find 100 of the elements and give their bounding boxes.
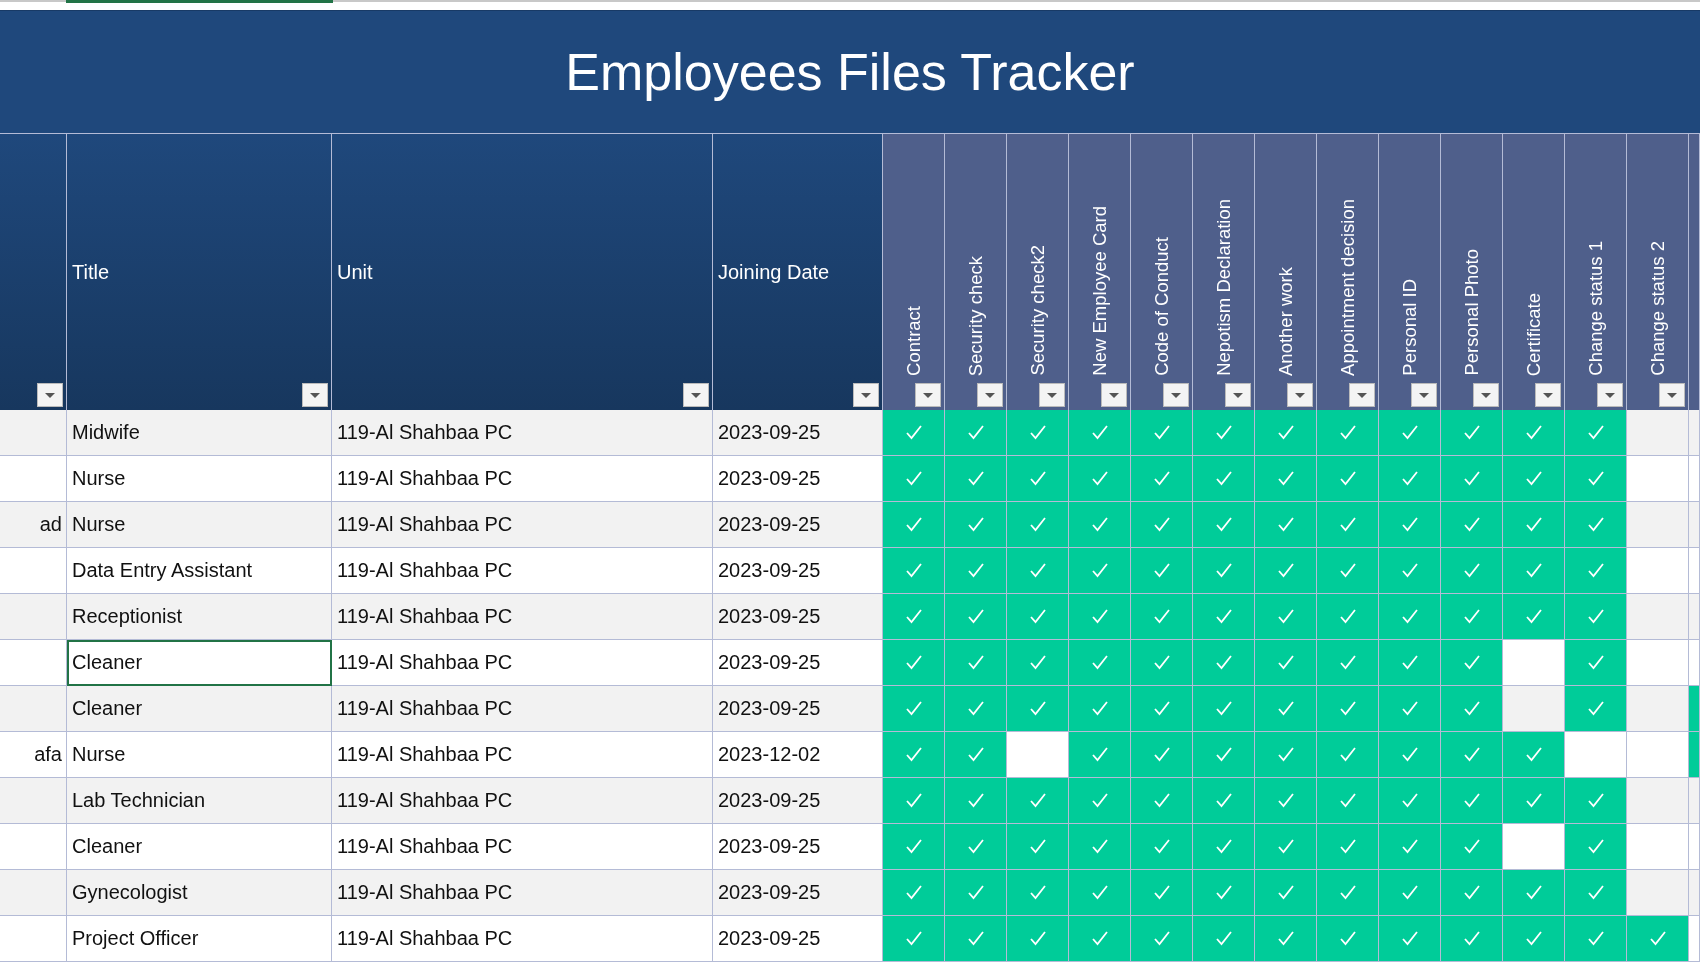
filter-dropdown-button[interactable]: [1225, 383, 1251, 407]
table-cell[interactable]: Lab Technician: [67, 778, 332, 824]
check-icon: [1401, 931, 1418, 946]
filter-dropdown-button[interactable]: [1287, 383, 1313, 407]
check-icon: [1587, 839, 1604, 854]
check-icon: [1463, 839, 1480, 854]
table-cell: 119-Al Shahbaa PC: [332, 870, 713, 916]
filter-dropdown-button[interactable]: [1349, 383, 1375, 407]
check-icon: [905, 793, 922, 808]
check-icon: [1029, 839, 1046, 854]
table-cell[interactable]: Cleaner: [67, 686, 332, 732]
table-cell[interactable]: Cleaner: [67, 640, 332, 686]
check-icon: [1587, 609, 1604, 624]
check-icon: [1277, 609, 1294, 624]
check-icon: [1091, 425, 1108, 440]
check-icon: [1153, 701, 1170, 716]
table-cell: 2023-09-25: [713, 548, 883, 594]
check-icon: [1153, 425, 1170, 440]
check-icon: [1277, 471, 1294, 486]
table-cell[interactable]: Midwife: [67, 410, 332, 456]
filter-dropdown-button[interactable]: [915, 383, 941, 407]
check-icon: [1215, 471, 1232, 486]
table-cell: ad: [0, 502, 67, 548]
table-cell[interactable]: Cleaner: [67, 824, 332, 870]
table-cell: 119-Al Shahbaa PC: [332, 778, 713, 824]
check-icon: [1277, 931, 1294, 946]
table-cell[interactable]: Gynecologist: [67, 870, 332, 916]
column-header-label: Contract: [902, 306, 925, 376]
check-icon: [1153, 931, 1170, 946]
check-icon: [1215, 655, 1232, 670]
filter-dropdown-button[interactable]: [1659, 383, 1685, 407]
check-icon: [1153, 747, 1170, 762]
filter-dropdown-button[interactable]: [683, 383, 709, 407]
check-icon: [1339, 931, 1356, 946]
table-cell[interactable]: Nurse: [67, 502, 332, 548]
check-icon: [1277, 793, 1294, 808]
table-cell[interactable]: Data Entry Assistant: [67, 548, 332, 594]
filter-dropdown-button[interactable]: [977, 383, 1003, 407]
check-icon: [1463, 425, 1480, 440]
check-icon: [1091, 655, 1108, 670]
table-cell: 119-Al Shahbaa PC: [332, 732, 713, 778]
table-cell: 2023-12-02: [713, 732, 883, 778]
check-icon: [1525, 885, 1542, 900]
check-icon: [1587, 793, 1604, 808]
check-icon: [1339, 609, 1356, 624]
table-cell: 2023-09-25: [713, 686, 883, 732]
table-cell: 2023-09-25: [713, 870, 883, 916]
filter-dropdown-button[interactable]: [1597, 383, 1623, 407]
check-icon: [1587, 701, 1604, 716]
column-header-label: Personal ID: [1398, 279, 1421, 376]
table-cell: 2023-09-25: [713, 824, 883, 870]
table-cell[interactable]: Receptionist: [67, 594, 332, 640]
sheet-title: Employees Files Tracker: [565, 42, 1135, 102]
check-icon: [1091, 747, 1108, 762]
check-icon: [905, 655, 922, 670]
filter-dropdown-button[interactable]: [1163, 383, 1189, 407]
filter-dropdown-button[interactable]: [1101, 383, 1127, 407]
check-icon: [1153, 609, 1170, 624]
filter-dropdown-button[interactable]: [1473, 383, 1499, 407]
table-cell: 2023-09-25: [713, 594, 883, 640]
check-icon: [1091, 471, 1108, 486]
check-icon: [967, 747, 984, 762]
check-icon: [905, 931, 922, 946]
check-icon: [1091, 517, 1108, 532]
column-header-label: Change status 1: [1584, 241, 1607, 376]
table-cell[interactable]: Nurse: [67, 732, 332, 778]
check-icon: [1463, 885, 1480, 900]
table-cell: 2023-09-25: [713, 456, 883, 502]
check-icon: [1587, 931, 1604, 946]
table-cell: afa: [0, 732, 67, 778]
filter-dropdown-button[interactable]: [1039, 383, 1065, 407]
table-cell: 119-Al Shahbaa PC: [332, 916, 713, 962]
check-icon: [1339, 747, 1356, 762]
check-icon: [1277, 563, 1294, 578]
check-icon: [905, 839, 922, 854]
table-cell[interactable]: Project Officer: [67, 916, 332, 962]
table-cell: 119-Al Shahbaa PC: [332, 502, 713, 548]
filter-dropdown-button[interactable]: [1535, 383, 1561, 407]
check-icon: [1091, 839, 1108, 854]
check-icon: [1277, 701, 1294, 716]
table-cell: 2023-09-25: [713, 502, 883, 548]
table-cell[interactable]: Nurse: [67, 456, 332, 502]
filter-dropdown-button[interactable]: [37, 383, 63, 407]
filter-dropdown-button[interactable]: [853, 383, 879, 407]
table-cell: 119-Al Shahbaa PC: [332, 686, 713, 732]
check-icon: [905, 517, 922, 532]
check-icon: [1587, 517, 1604, 532]
check-icon: [1463, 517, 1480, 532]
table-cell: 119-Al Shahbaa PC: [332, 640, 713, 686]
filter-dropdown-button[interactable]: [302, 383, 328, 407]
check-icon: [1463, 609, 1480, 624]
check-icon: [1401, 655, 1418, 670]
check-icon: [1215, 747, 1232, 762]
check-icon: [1215, 425, 1232, 440]
table-cell: 119-Al Shahbaa PC: [332, 410, 713, 456]
filter-dropdown-button[interactable]: [1411, 383, 1437, 407]
check-icon: [1463, 563, 1480, 578]
check-icon: [1029, 609, 1046, 624]
check-icon: [1463, 471, 1480, 486]
column-header-label: Another work: [1274, 267, 1297, 376]
